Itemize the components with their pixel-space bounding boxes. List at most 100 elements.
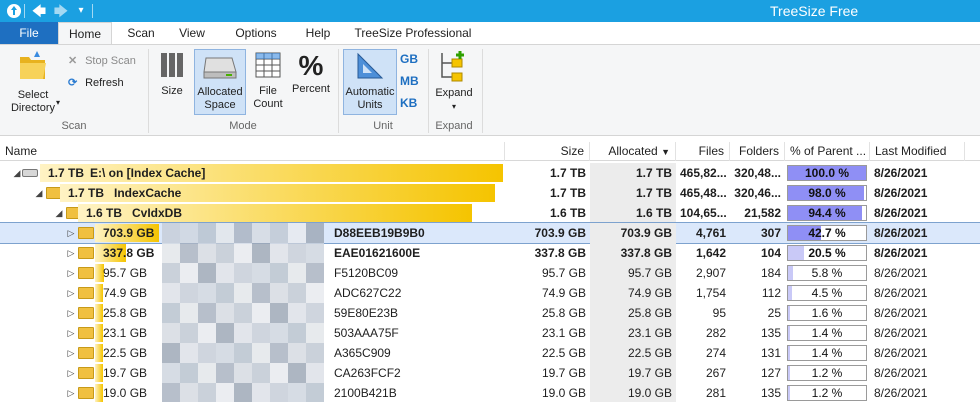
folder-name-suffix[interactable]: CA263FCF2	[334, 363, 401, 383]
tab-file[interactable]: File	[0, 22, 58, 44]
table-row[interactable]: ▷ 19.7 GB CA263FCF2 19.7 GB 19.7 GB 267 127 1.2…	[0, 363, 980, 383]
allocated-space-mode-button[interactable]: Allocated Space	[194, 49, 246, 115]
column-header-last-modified[interactable]: Last Modified	[870, 142, 965, 161]
tab-options[interactable]: Options	[228, 22, 284, 44]
select-directory-button[interactable]: Select Directory ▾	[4, 49, 62, 119]
allocated-cell: 703.9 GB	[590, 223, 676, 243]
column-header-name[interactable]: Name	[0, 142, 505, 161]
expand-arrow-icon[interactable]: ▷	[66, 383, 76, 402]
folder-name-suffix[interactable]: 503AAA75F	[334, 323, 399, 343]
expand-group-label: Expand	[435, 120, 473, 132]
folders-cell: 21,582	[744, 206, 781, 220]
column-header-size[interactable]: Size	[505, 142, 590, 161]
size-label: 22.5 GB	[103, 346, 148, 360]
redacted-pixel	[288, 283, 306, 303]
tab-home[interactable]: Home	[58, 22, 112, 45]
expand-arrow-icon[interactable]: ▷	[66, 363, 76, 383]
collapse-arrow-icon[interactable]: ◢	[12, 163, 22, 183]
percent-of-parent-bar: 100.0 %	[787, 165, 867, 181]
tab-help[interactable]: Help	[298, 22, 338, 44]
size-mode-button[interactable]: Size	[154, 49, 190, 107]
column-header-files[interactable]: Files	[676, 142, 730, 161]
table-row[interactable]: ▷ 19.0 GB 2100B421B 19.0 GB 19.0 GB 281 135 1.2…	[0, 383, 980, 402]
folder-name[interactable]: E:\ on [Index Cache]	[90, 163, 205, 183]
folder-name-suffix[interactable]: A365C909	[334, 343, 391, 363]
expand-arrow-icon[interactable]: ▷	[66, 323, 76, 343]
collapse-arrow-icon[interactable]: ◢	[54, 203, 64, 223]
tab-treesize-professional[interactable]: TreeSize Professional	[352, 22, 474, 44]
size-cell: 337.8 GB	[534, 246, 586, 260]
table-row[interactable]: ◢ 1.7 TB IndexCache 1.7 TB 1.7 TB 465,48... 32…	[0, 183, 980, 203]
tab-scan[interactable]: Scan	[120, 22, 162, 44]
group-separator	[338, 49, 339, 133]
unit-mb-button[interactable]: MB	[400, 73, 424, 89]
folder-name-suffix[interactable]: EAE01621600E	[334, 243, 420, 263]
redacted-pixel	[180, 283, 198, 303]
column-header-percent-of-parent[interactable]: % of Parent ...	[785, 142, 870, 161]
table-row[interactable]: ▷ 25.8 GB 59E80E23B 25.8 GB 25.8 GB 95 25 1.6 %…	[0, 303, 980, 323]
percent-of-parent-bar: 1.6 %	[787, 305, 867, 321]
folder-name-suffix[interactable]: 2100B421B	[334, 383, 397, 402]
table-row[interactable]: ▷ 703.9 GB D88EEB19B9B0 703.9 GB 703.9 GB 4,7…	[0, 222, 980, 244]
folder-name-suffix[interactable]: F5120BC09	[334, 263, 398, 283]
quick-access-dropdown-icon[interactable]: ▾	[72, 2, 90, 20]
treesize-app-icon[interactable]	[6, 3, 22, 19]
size-bar	[95, 344, 103, 362]
redacted-pixel	[234, 343, 252, 363]
percent-mode-button[interactable]: % Percent	[290, 49, 332, 107]
folder-name-suffix[interactable]: 59E80E23B	[334, 303, 398, 323]
redacted-pixel	[234, 383, 252, 402]
last-modified-cell: 8/26/2021	[874, 226, 928, 240]
folder-name[interactable]: IndexCache	[114, 183, 181, 203]
expand-arrow-icon[interactable]: ▷	[66, 263, 76, 283]
redacted-name	[162, 363, 334, 383]
column-header-allocated[interactable]: Allocated ▼	[590, 142, 676, 161]
expand-button[interactable]: Expand ▾	[432, 49, 476, 115]
table-row[interactable]: ▷ 95.7 GB F5120BC09 95.7 GB 95.7 GB 2,907 184 5…	[0, 263, 980, 283]
expand-arrow-icon[interactable]: ▷	[66, 343, 76, 363]
scan-group-label: Scan	[61, 120, 87, 132]
size-cell: 22.5 GB	[541, 346, 586, 360]
redacted-pixel	[162, 263, 180, 283]
files-cell: 465,48...	[680, 186, 727, 200]
file-count-mode-button[interactable]: File Count	[250, 49, 286, 115]
expand-arrow-icon[interactable]: ▷	[66, 223, 76, 243]
unit-gb-button[interactable]: GB	[400, 51, 424, 67]
redacted-pixel	[252, 263, 270, 283]
stop-scan-button[interactable]: ✕ Stop Scan	[68, 53, 140, 69]
size-label: 74.9 GB	[103, 286, 148, 300]
folder-name-suffix[interactable]: ADC627C22	[334, 283, 401, 303]
folder-name-suffix[interactable]: D88EEB19B9B0	[334, 223, 425, 243]
unit-kb-button[interactable]: KB	[400, 95, 424, 111]
table-row[interactable]: ◢ 1.6 TB CvIdxDB 1.6 TB 1.6 TB 104,65... 21,58…	[0, 203, 980, 223]
expand-arrow-icon[interactable]: ▷	[66, 303, 76, 323]
collapse-arrow-icon[interactable]: ◢	[34, 183, 44, 203]
select-directory-dropdown-icon[interactable]: ▾	[56, 96, 60, 109]
table-row[interactable]: ▷ 23.1 GB 503AAA75F 23.1 GB 23.1 GB 282 135 1.4…	[0, 323, 980, 343]
tab-view[interactable]: View	[170, 22, 214, 44]
redacted-pixel	[162, 303, 180, 323]
expand-arrow-icon[interactable]: ▷	[66, 283, 76, 303]
table-row[interactable]: ▷ 74.9 GB ADC627C22 74.9 GB 74.9 GB 1,754 112 4…	[0, 283, 980, 303]
redacted-pixel	[288, 323, 306, 343]
redacted-pixel	[216, 263, 234, 283]
column-header-folders[interactable]: Folders	[730, 142, 785, 161]
size-label: 1.7 TB	[48, 166, 85, 180]
automatic-units-button[interactable]: Automatic Units	[343, 49, 397, 115]
percent-value: 1.2 %	[811, 386, 843, 400]
expand-dropdown-icon[interactable]: ▾	[432, 100, 476, 113]
table-row[interactable]: ◢ 1.7 TB E:\ on [Index Cache] 1.7 TB 1.7 TB 4…	[0, 163, 980, 183]
expand-arrow-icon[interactable]: ▷	[66, 243, 76, 263]
redacted-pixel	[198, 243, 216, 263]
refresh-button[interactable]: ⟳ Refresh	[68, 75, 140, 91]
redacted-pixel	[180, 243, 198, 263]
allocated-cell: 19.0 GB	[590, 383, 676, 402]
table-row[interactable]: ▷ 337.8 GB EAE01621600E 337.8 GB 337.8 GB 1,6…	[0, 243, 980, 263]
redacted-pixel	[306, 363, 324, 383]
table-row[interactable]: ▷ 22.5 GB A365C909 22.5 GB 22.5 GB 274 131 1.4 …	[0, 343, 980, 363]
forward-arrow-icon[interactable]: 🡆	[52, 2, 70, 20]
window-title: TreeSize Free	[770, 3, 859, 19]
folder-name[interactable]: CvIdxDB	[132, 203, 182, 223]
size-label: 703.9 GB	[103, 226, 155, 240]
back-arrow-icon[interactable]: 🡄	[30, 2, 48, 20]
